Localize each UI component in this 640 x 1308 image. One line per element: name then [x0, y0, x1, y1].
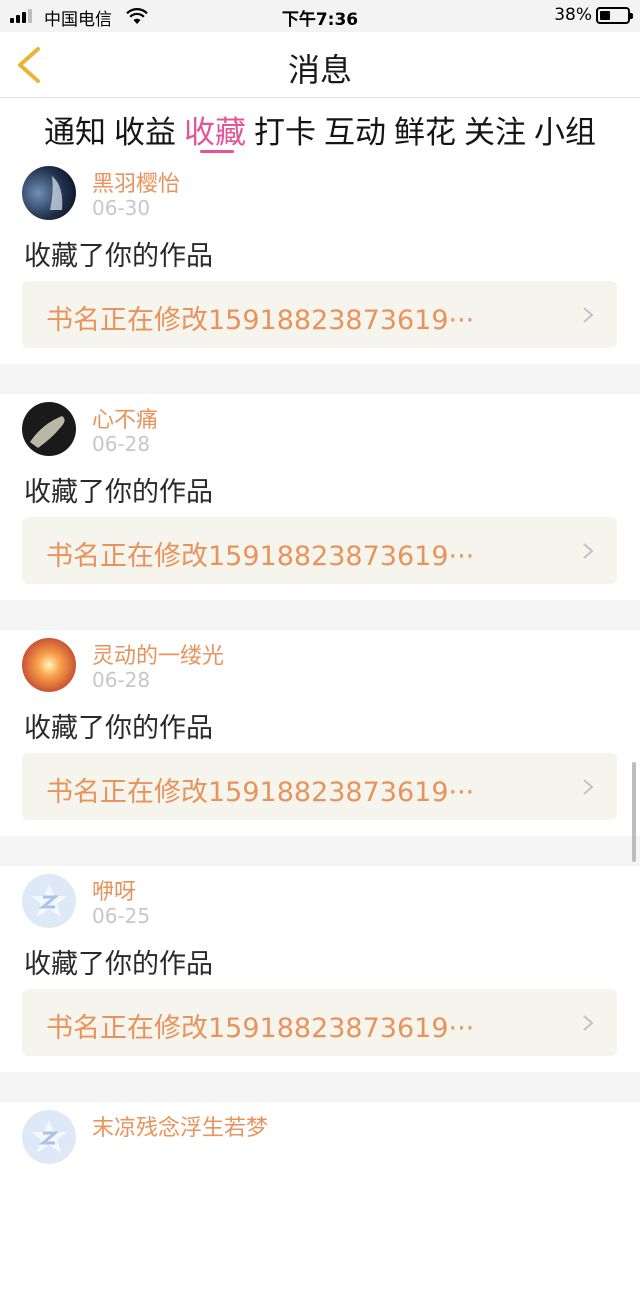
- tab-7[interactable]: 小组: [534, 100, 596, 156]
- tab-3[interactable]: 打卡: [254, 100, 316, 156]
- card-divider: [0, 600, 640, 630]
- timestamp: 06-25: [92, 904, 151, 928]
- battery-icon: [596, 7, 633, 24]
- notification-card: 咿呀 06-25 收藏了你的作品书名正在修改15918823873619···: [0, 866, 640, 1072]
- category-tabs: 通知 收益 收藏 打卡 互动 鲜花 关注 小组: [0, 100, 640, 156]
- scrollbar[interactable]: [632, 762, 636, 862]
- battery-percent: 38%: [554, 5, 592, 25]
- tab-label: 关注: [464, 115, 526, 151]
- notification-feed: 黑羽樱怡 06-30 收藏了你的作品 书名正在修改15918823873619··· 心…: [0, 158, 640, 1308]
- chevron-right-icon: [583, 307, 594, 323]
- clock: 下午7:36: [281, 10, 359, 30]
- avatar[interactable]: [22, 638, 76, 692]
- work-title: 书名正在修改15918823873619···: [46, 777, 475, 808]
- tab-label: 打卡: [254, 115, 316, 151]
- work-link[interactable]: 书名正在修改15918823873619···: [22, 989, 617, 1056]
- tab-5[interactable]: 鲜花: [394, 100, 456, 156]
- tab-6[interactable]: 关注: [464, 100, 526, 156]
- card-divider: [0, 1072, 640, 1102]
- tab-label: 小组: [534, 115, 596, 151]
- tab-label: 收益: [114, 115, 176, 151]
- username[interactable]: 咿呀: [92, 874, 136, 906]
- username[interactable]: 灵动的一缕光: [92, 638, 224, 670]
- notification-card: 末凉残念浮生若梦: [0, 1102, 640, 1308]
- chevron-right-icon: [583, 543, 594, 559]
- work-link[interactable]: 书名正在修改15918823873619···: [22, 517, 617, 584]
- avatar[interactable]: [22, 166, 76, 220]
- username[interactable]: 心不痛: [92, 402, 158, 434]
- work-link[interactable]: 书名正在修改15918823873619···: [22, 281, 617, 348]
- tab-4[interactable]: 互动: [324, 100, 386, 156]
- work-title: 书名正在修改15918823873619···: [46, 305, 475, 336]
- action-text: 收藏了你的作品: [24, 477, 213, 508]
- tab-0[interactable]: 通知: [44, 100, 106, 156]
- page-title: 消息: [287, 51, 352, 89]
- work-title: 书名正在修改15918823873619···: [46, 1013, 475, 1044]
- notification-card: 黑羽樱怡 06-30 收藏了你的作品书名正在修改15918823873619···: [0, 158, 640, 364]
- timestamp: 06-30: [92, 196, 151, 220]
- avatar[interactable]: [22, 1110, 76, 1164]
- tab-1[interactable]: 收益: [114, 100, 176, 156]
- chevron-right-icon: [583, 1015, 594, 1031]
- card-divider: [0, 836, 640, 866]
- active-tab-indicator: [200, 150, 234, 153]
- navigation-bar: 消息: [0, 32, 640, 98]
- notification-card: 心不痛 06-28 收藏了你的作品书名正在修改15918823873619···: [0, 394, 640, 600]
- tab-label: 互动: [324, 115, 386, 151]
- action-text: 收藏了你的作品: [24, 241, 213, 272]
- card-divider: [0, 364, 640, 394]
- username[interactable]: 黑羽樱怡: [92, 166, 180, 198]
- chevron-right-icon: [583, 779, 594, 795]
- avatar[interactable]: [22, 402, 76, 456]
- status-bar: 中国电信 下午7:36 38%: [0, 0, 640, 32]
- tab-label: 鲜花: [394, 115, 456, 151]
- tab-label: 收藏: [184, 115, 246, 151]
- timestamp: 06-28: [92, 668, 151, 692]
- tab-label: 通知: [44, 115, 106, 151]
- work-title: 书名正在修改15918823873619···: [46, 541, 475, 572]
- tab-2[interactable]: 收藏: [184, 100, 246, 156]
- action-text: 收藏了你的作品: [24, 713, 213, 744]
- avatar[interactable]: [22, 874, 76, 928]
- notification-card: 灵动的一缕光 06-28 收藏了你的作品书名正在修改15918823873619··…: [0, 630, 640, 836]
- timestamp: 06-28: [92, 432, 151, 456]
- work-link[interactable]: 书名正在修改15918823873619···: [22, 753, 617, 820]
- username[interactable]: 末凉残念浮生若梦: [92, 1110, 268, 1142]
- action-text: 收藏了你的作品: [24, 949, 213, 980]
